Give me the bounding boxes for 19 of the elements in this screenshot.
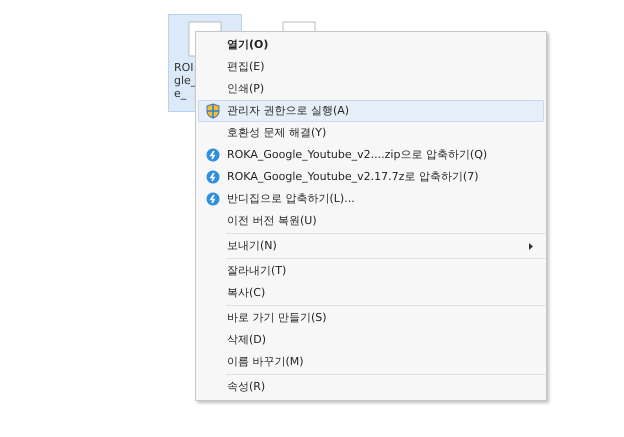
menu-label: 이전 버전 복원(U) — [227, 212, 317, 229]
menu-label: 편집(E) — [227, 58, 265, 75]
menu-label: 잘라내기(T) — [227, 262, 286, 279]
menu-label: 속성(R) — [227, 378, 266, 395]
menu-label: 열기(O) — [227, 36, 268, 53]
menu-label: 인쇄(P) — [227, 80, 264, 97]
menu-label: 복사(C) — [227, 284, 266, 301]
menu-label: 호환성 문제 해결(Y) — [227, 124, 326, 141]
menu-label: 바로 가기 만들기(S) — [227, 310, 327, 326]
file-name-line: e_ — [174, 87, 188, 100]
menu-label: 관리자 권한으로 실행(A) — [227, 102, 350, 119]
file-name-line: ROI — [174, 61, 195, 74]
menu-label: 반디집으로 압축하기(L)... — [227, 190, 355, 207]
menu-label: 보내기(N) — [227, 238, 277, 254]
menu-label: ROKA_Google_Youtube_v2....zip으로 압축하기(Q) — [227, 146, 488, 163]
menu-label: 이름 바꾸기(M) — [227, 354, 304, 370]
menu-label: 삭제(D) — [227, 332, 266, 348]
file-name-line: gle_ — [174, 74, 196, 87]
menu-label: ROKA_Google_Youtube_v2.17.7z로 압축하기(7) — [227, 168, 478, 185]
